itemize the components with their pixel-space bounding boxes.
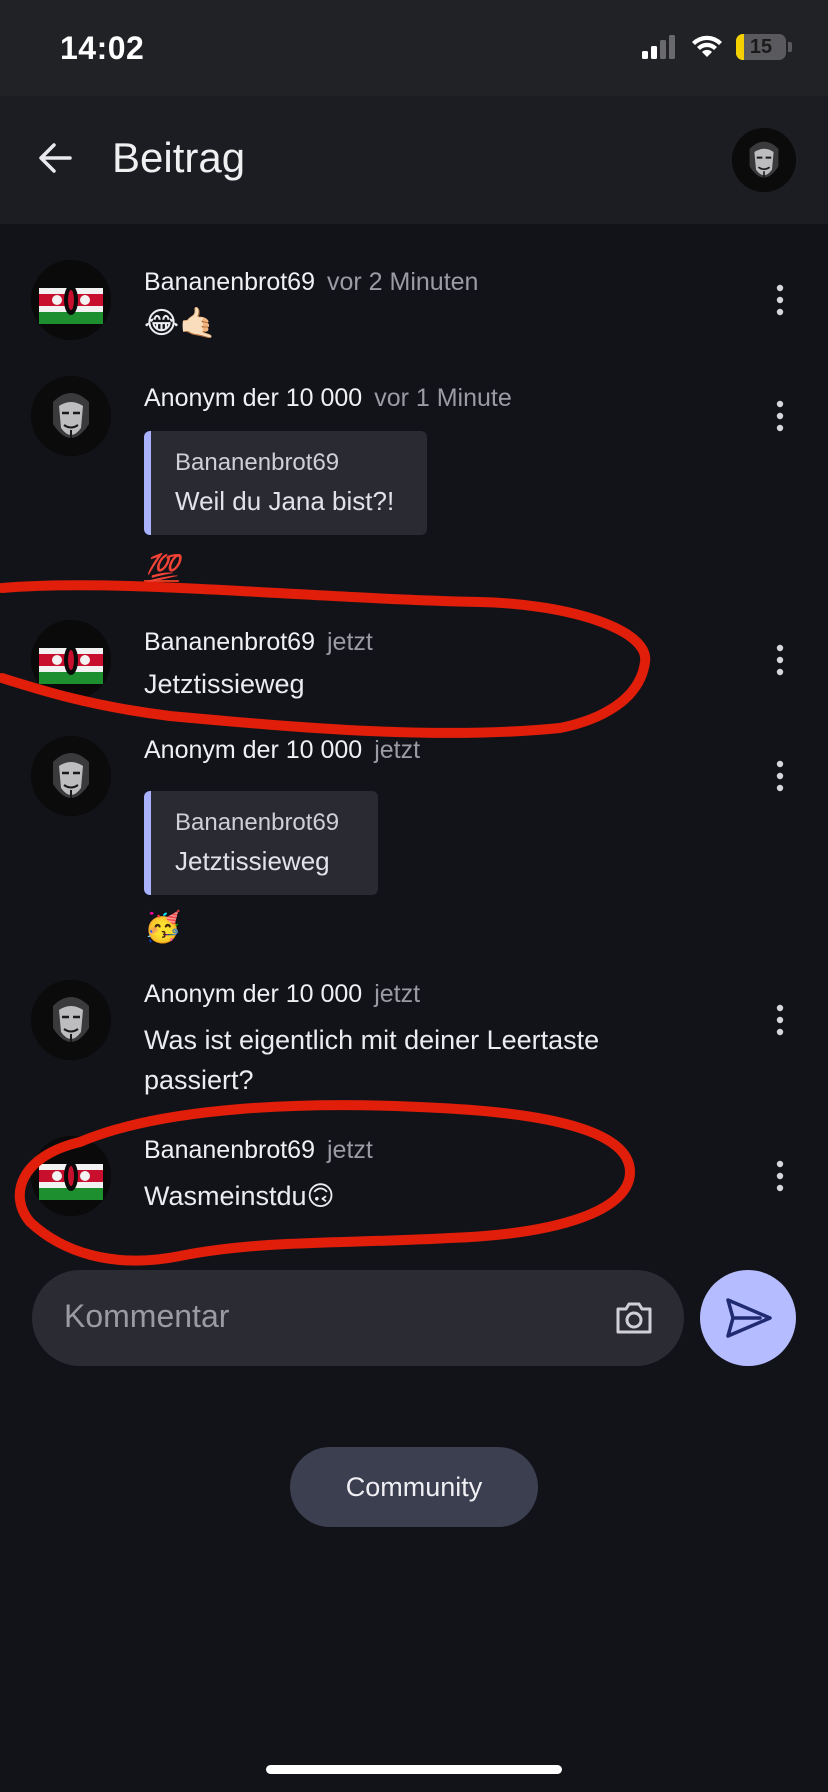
author-avatar[interactable] bbox=[31, 376, 111, 456]
comment-header: Bananenbrot69 jetzt bbox=[144, 628, 373, 657]
comment-author[interactable]: Bananenbrot69 bbox=[144, 268, 315, 296]
kenya-flag-icon bbox=[31, 260, 111, 340]
more-options-icon[interactable] bbox=[766, 396, 794, 436]
send-button[interactable] bbox=[700, 1270, 796, 1366]
quote-author: Bananenbrot69 bbox=[175, 449, 340, 476]
battery-nub bbox=[788, 42, 792, 52]
anonymous-mask-icon bbox=[31, 980, 111, 1060]
quoted-comment[interactable]: Bananenbrot69 Weil du Jana bist?! bbox=[144, 431, 427, 535]
comment-author[interactable]: Anonym der 10 000 bbox=[144, 384, 362, 412]
wifi-icon bbox=[692, 35, 722, 57]
quote-text: Weil du Jana bist?! bbox=[175, 486, 395, 516]
comment-input[interactable]: Kommentar bbox=[64, 1298, 229, 1335]
comment-author[interactable]: Anonym der 10 000 bbox=[144, 736, 362, 764]
author-avatar[interactable] bbox=[31, 260, 111, 340]
app-header: Beitrag bbox=[0, 96, 828, 224]
status-time: 14:02 bbox=[60, 30, 145, 66]
comment-header: Anonym der 10 000 vor 1 Minute bbox=[144, 384, 512, 413]
battery-icon: 15 bbox=[736, 34, 786, 60]
author-avatar[interactable] bbox=[31, 620, 111, 700]
comment-time: jetzt bbox=[326, 1136, 373, 1164]
comment-text: 🥳 bbox=[144, 911, 182, 944]
send-icon bbox=[726, 1298, 772, 1338]
community-button[interactable]: Community bbox=[290, 1447, 538, 1527]
more-options-icon[interactable] bbox=[766, 1000, 794, 1040]
comment-header: Bananenbrot69 jetzt bbox=[144, 1136, 373, 1165]
comment-author[interactable]: Bananenbrot69 bbox=[144, 1136, 315, 1164]
camera-icon[interactable] bbox=[612, 1296, 656, 1340]
anonymous-mask-icon bbox=[31, 376, 111, 456]
more-options-icon[interactable] bbox=[766, 640, 794, 680]
battery-level: 15 bbox=[749, 35, 773, 58]
cellular-signal-icon bbox=[642, 35, 675, 59]
comment-composer[interactable]: Kommentar bbox=[32, 1270, 684, 1366]
kenya-flag-icon bbox=[31, 620, 111, 700]
quote-text: Jetztissieweg bbox=[175, 846, 330, 876]
more-options-icon[interactable] bbox=[766, 1156, 794, 1196]
anonymous-mask-icon bbox=[732, 128, 796, 192]
comment-header: Bananenbrot69 vor 2 Minuten bbox=[144, 268, 478, 297]
arrow-left-icon[interactable] bbox=[34, 136, 78, 180]
comment-header: Anonym der 10 000 jetzt bbox=[144, 980, 420, 1009]
home-indicator bbox=[266, 1765, 562, 1774]
quoted-comment[interactable]: Bananenbrot69 Jetztissieweg bbox=[144, 791, 378, 895]
author-avatar[interactable] bbox=[31, 980, 111, 1060]
comment-header: Anonym der 10 000 jetzt bbox=[144, 736, 420, 765]
comment-author[interactable]: Anonym der 10 000 bbox=[144, 980, 362, 1008]
comment-text: 💯 bbox=[144, 553, 179, 584]
kenya-flag-icon bbox=[31, 1136, 111, 1216]
more-options-icon[interactable] bbox=[766, 280, 794, 320]
anonymous-mask-icon bbox=[31, 736, 111, 816]
status-icons: 15 bbox=[642, 34, 792, 60]
page-title: Beitrag bbox=[112, 134, 246, 181]
comment-text: Was ist eigentlich mit deiner Leertaste … bbox=[144, 1025, 600, 1095]
comment-time: jetzt bbox=[374, 736, 421, 764]
comment-time: vor 1 Minute bbox=[374, 384, 512, 412]
more-options-icon[interactable] bbox=[766, 756, 794, 796]
comment-feed[interactable]: Bananenbrot69 vor 2 Minuten 😂🤙🏻 Anonym de… bbox=[0, 224, 828, 1260]
comment-text: 😂🤙🏻 bbox=[144, 307, 217, 340]
comment-text: Jetztissieweg bbox=[144, 669, 305, 699]
comment-time: jetzt bbox=[326, 628, 373, 656]
user-avatar[interactable] bbox=[732, 128, 796, 192]
comment-author[interactable]: Bananenbrot69 bbox=[144, 628, 315, 656]
author-avatar[interactable] bbox=[31, 736, 111, 816]
quote-author: Bananenbrot69 bbox=[175, 809, 340, 836]
status-bar: 14:02 15 bbox=[0, 0, 828, 96]
comment-text: Wasmeinstdu🙃 bbox=[144, 1181, 335, 1211]
comment-time: jetzt bbox=[374, 980, 421, 1008]
comment-time: vor 2 Minuten bbox=[326, 268, 479, 296]
author-avatar[interactable] bbox=[31, 1136, 111, 1216]
